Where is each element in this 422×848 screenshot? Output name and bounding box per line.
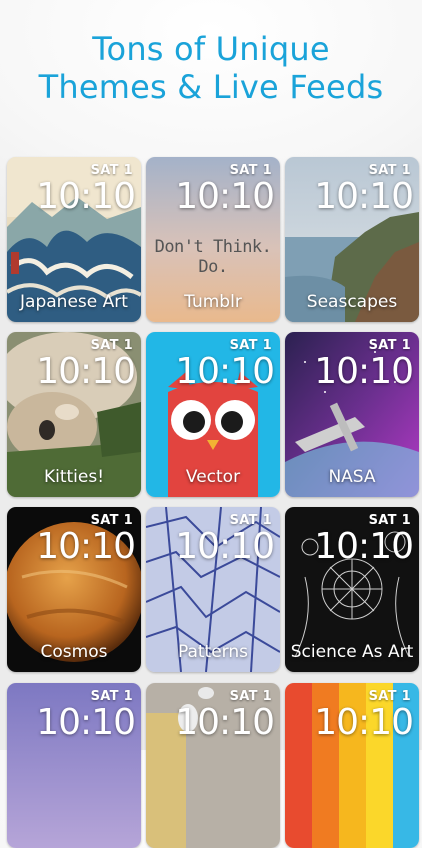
theme-label: Vector — [185, 467, 241, 487]
tumblr-quote: Don't Think. Do. — [154, 237, 272, 277]
clock-time: 10:10 — [314, 526, 414, 567]
theme-tile-vector[interactable]: SAT 1 10:10 Vector — [146, 332, 280, 497]
theme-tile-tumblr[interactable]: SAT 1 10:10 Don't Think. Do. Tumblr — [146, 157, 280, 322]
clock-time: 10:10 — [175, 526, 275, 567]
theme-label: Seascapes — [306, 292, 398, 312]
theme-label: NASA — [328, 467, 376, 487]
clock-time: 10:10 — [36, 526, 136, 567]
theme-label: Science As Art — [290, 642, 414, 662]
theme-tile-purple-sky[interactable]: SAT 1 10:10 — [7, 683, 141, 848]
clock-time: 10:10 — [36, 351, 136, 392]
theme-tile-stripes[interactable]: SAT 1 10:10 — [285, 683, 419, 848]
clock-time: 10:10 — [314, 702, 414, 743]
clock-time: 10:10 — [175, 351, 275, 392]
theme-tile-seascapes[interactable]: SAT 1 10:10 Seascapes — [285, 157, 419, 322]
theme-tile-birds[interactable]: SAT 1 10:10 — [146, 683, 280, 848]
theme-tile-cosmos[interactable]: SAT 1 10:10 Cosmos — [7, 507, 141, 672]
clock-time: 10:10 — [314, 351, 414, 392]
theme-tile-kitties[interactable]: SAT 1 10:10 Kitties! — [7, 332, 141, 497]
clock-time: 10:10 — [175, 702, 275, 743]
theme-tile-japanese-art[interactable]: SAT 1 10:10 Japanese Art — [7, 157, 141, 322]
theme-grid: SAT 1 10:10 Japanese Art SAT 1 10:10 Don… — [0, 0, 422, 848]
theme-label: Cosmos — [40, 642, 108, 662]
theme-label: Japanese Art — [20, 292, 128, 312]
theme-tile-patterns[interactable]: SAT 1 10:10 Patterns — [146, 507, 280, 672]
clock-time: 10:10 — [36, 702, 136, 743]
theme-tile-science-as-art[interactable]: SAT 1 10:10 Science As Art — [285, 507, 419, 672]
theme-label: Patterns — [177, 642, 249, 662]
theme-label: Tumblr — [184, 292, 242, 312]
theme-tile-nasa[interactable]: SAT 1 10:10 NASA — [285, 332, 419, 497]
clock-time: 10:10 — [36, 176, 136, 217]
theme-label: Kitties! — [43, 467, 105, 487]
clock-time: 10:10 — [175, 176, 275, 217]
clock-time: 10:10 — [314, 176, 414, 217]
